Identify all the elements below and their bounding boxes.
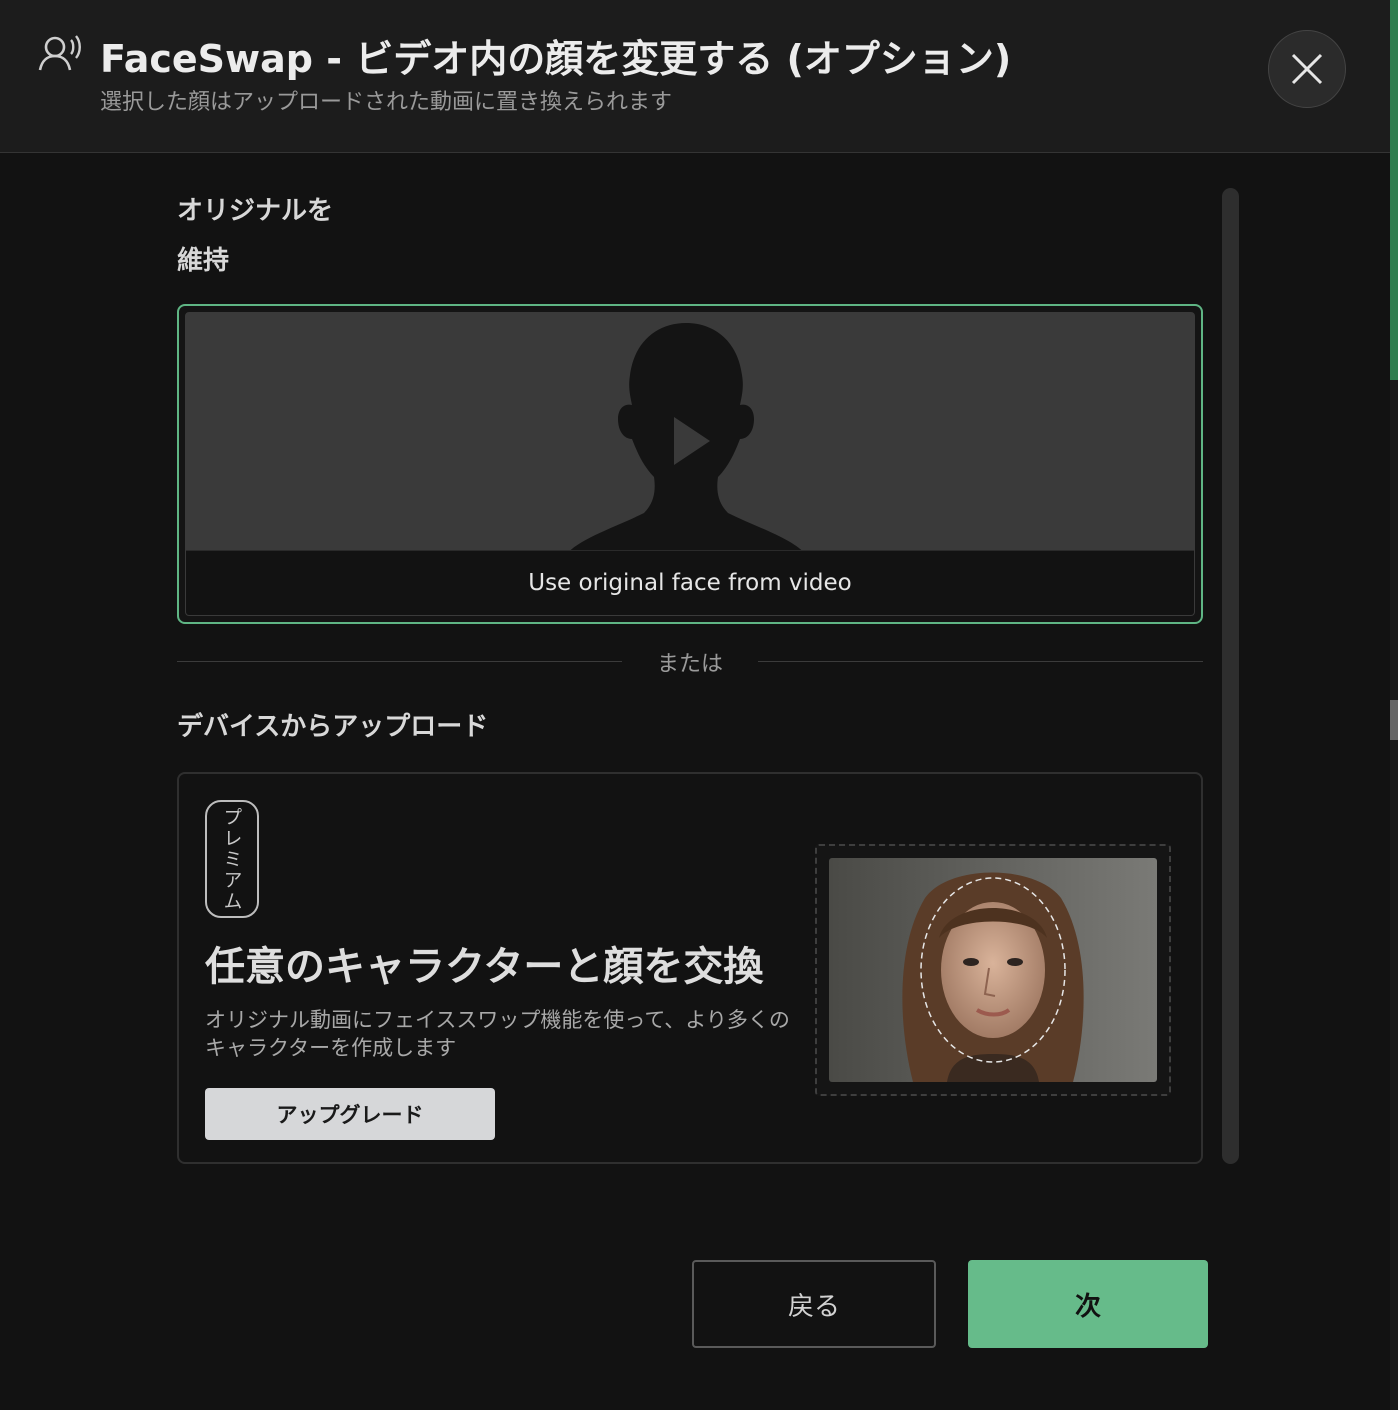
premium-heading: 任意のキャラクターと顔を交換 (205, 944, 764, 990)
face-preview-frame (815, 844, 1171, 1096)
premium-description: オリジナル動画にフェイススワップ機能を使って、より多くのキャラクターを作成します (205, 1008, 790, 1060)
upgrade-button[interactable]: アップグレード (205, 1088, 495, 1140)
original-face-preview: Use original face from video (185, 312, 1195, 616)
premium-upload-card: プレミアム 任意のキャラクターと顔を交換 オリジナル動画にフェイススワップ機能を… (177, 772, 1203, 1164)
modal-subtitle: 選択した顔はアップロードされた動画に置き換えられます (100, 90, 673, 115)
modal-header: FaceSwap - ビデオ内の顔を変更する (オプション) 選択した顔はアップ… (0, 0, 1390, 153)
person-voice-icon (38, 35, 81, 71)
back-button[interactable]: 戻る (692, 1260, 936, 1348)
divider-text: または (656, 652, 723, 677)
premium-badge: プレミアム (205, 800, 259, 918)
edge-mark (1390, 700, 1398, 740)
divider-line-right (758, 661, 1203, 662)
modal-title: FaceSwap - ビデオ内の顔を変更する (オプション) (100, 37, 1012, 81)
keep-original-title-line1: オリジナルを (177, 196, 334, 226)
silhouette-image (566, 323, 806, 555)
original-face-card[interactable]: Use original face from video (177, 304, 1203, 624)
next-button[interactable]: 次 (968, 1260, 1208, 1348)
keep-original-title-line2: 維持 (177, 246, 230, 276)
divider-line-left (177, 661, 622, 662)
window-edge (1390, 0, 1398, 1410)
close-button[interactable] (1268, 30, 1346, 108)
premium-badge-label: プレミアム (220, 806, 243, 912)
original-face-caption: Use original face from video (186, 550, 1194, 615)
close-icon (1291, 53, 1323, 85)
upload-title: デバイスからアップロード (177, 712, 489, 742)
edge-accent (1390, 0, 1398, 380)
scrollbar[interactable] (1222, 188, 1239, 1164)
sample-face-image (829, 858, 1157, 1082)
